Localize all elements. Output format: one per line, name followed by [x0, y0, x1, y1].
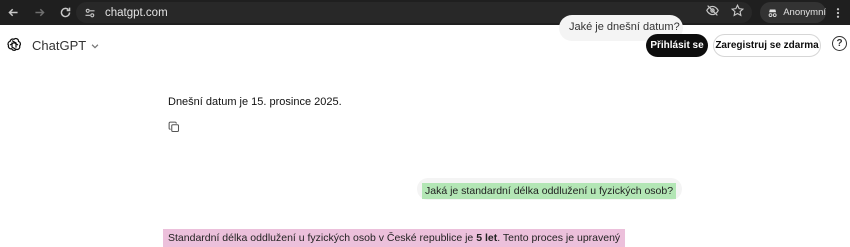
openai-logo-icon[interactable]	[6, 37, 22, 53]
url-text[interactable]: chatgpt.com	[105, 7, 168, 19]
eye-off-icon[interactable]	[706, 4, 719, 22]
copy-icon[interactable]	[168, 120, 180, 133]
signup-button[interactable]: Zaregistruj se zdarma	[713, 34, 821, 57]
answer-text-bold: 5 let	[476, 232, 498, 244]
assistant-message: Dnešní datum je 15. prosince 2025.	[168, 96, 342, 108]
reload-icon[interactable]	[52, 0, 78, 25]
answer-text-start: Standardní délka oddlužení u fyzických o…	[168, 232, 477, 244]
help-button[interactable]: ?	[832, 36, 847, 51]
forward-icon[interactable]	[26, 0, 52, 25]
profile-button[interactable]: Anonymní	[760, 2, 826, 23]
incognito-icon	[768, 8, 777, 17]
chevron-down-icon	[91, 43, 99, 49]
assistant-answer: Standardní délka oddlužení u fyzických o…	[163, 229, 626, 247]
model-name: ChatGPT	[32, 38, 87, 53]
back-icon[interactable]	[0, 0, 26, 25]
profile-label: Anonymní	[783, 7, 826, 18]
user-message-bubble: Jaká je standardní délka oddlužení u fyz…	[417, 178, 682, 200]
more-vert-icon[interactable]	[830, 0, 846, 25]
answer-text-end: . Tento proces je upravený	[497, 232, 621, 244]
login-button[interactable]: Přihlásit se	[646, 34, 708, 57]
model-switcher[interactable]: ChatGPT	[32, 38, 100, 53]
browser-toolbar: chatgpt.com Anonymní	[0, 0, 850, 25]
star-icon[interactable]	[730, 3, 745, 22]
user-message: Jaká je standardní délka oddlužení u fyz…	[422, 183, 677, 199]
site-info-icon[interactable]	[80, 2, 100, 23]
